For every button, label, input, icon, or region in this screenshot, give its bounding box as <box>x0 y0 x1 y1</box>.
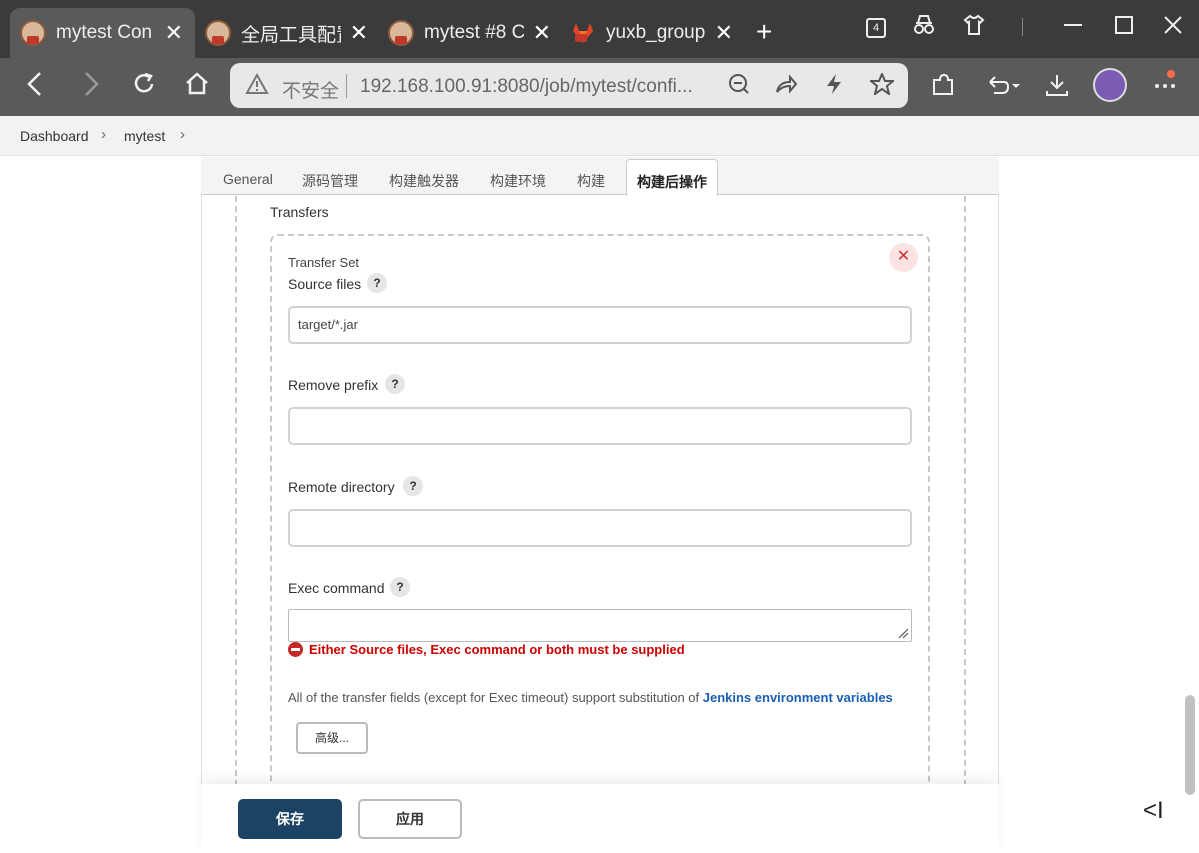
source-files-input[interactable]: target/*.jar <box>288 306 912 344</box>
help-icon[interactable]: ? <box>390 577 410 597</box>
remove-prefix-input[interactable] <box>288 407 912 445</box>
exec-command-textarea[interactable] <box>288 609 912 642</box>
error-icon <box>288 642 303 657</box>
jenkins-icon <box>20 20 46 46</box>
remove-transfer-set-button[interactable]: ✕ <box>889 243 918 272</box>
tab-post-build-actions[interactable]: 构建后操作 <box>626 159 718 196</box>
breadcrumb-separator: › <box>180 126 185 143</box>
browser-tab-4[interactable]: yuxb_group ✕ <box>560 8 745 58</box>
remote-directory-label: Remote directory <box>288 479 395 495</box>
help-icon[interactable]: ? <box>367 273 387 293</box>
maximize-icon[interactable] <box>1113 14 1135 42</box>
url-text[interactable]: 192.168.100.91:8080/job/mytest/confi... <box>360 76 693 98</box>
forward-icon[interactable] <box>80 70 102 105</box>
tab-build[interactable]: 构建 <box>577 171 605 191</box>
close-tab-icon[interactable]: ✕ <box>350 20 368 46</box>
tab-title: yuxb_group <box>606 22 706 43</box>
url-divider <box>346 74 347 98</box>
more-icon[interactable] <box>1152 68 1180 101</box>
jenkins-icon <box>388 20 414 46</box>
remove-prefix-label: Remove prefix <box>288 377 379 393</box>
gitlab-icon <box>570 20 596 46</box>
tab-build-environment[interactable]: 构建环境 <box>490 171 546 191</box>
remote-directory-input[interactable] <box>288 509 912 547</box>
tab-title: mytest Con <box>56 22 153 43</box>
breadcrumb-mytest[interactable]: mytest <box>124 128 165 144</box>
tab-build-triggers[interactable]: 构建触发器 <box>389 171 459 191</box>
home-icon[interactable] <box>184 70 210 105</box>
extensions-icon[interactable] <box>930 72 956 105</box>
tab-source-management[interactable]: 源码管理 <box>302 171 358 191</box>
back-icon[interactable] <box>24 70 46 105</box>
minimize-icon[interactable] <box>1062 14 1084 42</box>
close-window-icon[interactable] <box>1162 14 1184 42</box>
apply-button[interactable]: 应用 <box>358 799 462 839</box>
source-files-label: Source files <box>288 276 362 292</box>
profile-avatar[interactable] <box>1093 68 1127 102</box>
exec-command-label: Exec command <box>288 580 385 596</box>
zoom-icon[interactable] <box>728 73 750 101</box>
incognito-icon[interactable] <box>912 14 936 42</box>
shirt-icon[interactable] <box>962 14 986 42</box>
advanced-button[interactable]: 高级... <box>296 722 368 754</box>
warning-icon[interactable] <box>245 72 269 101</box>
close-tab-icon[interactable]: ✕ <box>165 20 183 46</box>
resize-handle-icon[interactable] <box>897 627 909 642</box>
close-tab-icon[interactable]: ✕ <box>533 20 551 46</box>
validation-error: Either Source files, Exec command or bot… <box>309 642 685 657</box>
download-icon[interactable] <box>1044 72 1070 105</box>
help-icon[interactable]: ? <box>403 476 423 496</box>
window-divider <box>1022 18 1023 36</box>
star-icon[interactable] <box>868 71 896 101</box>
browser-tab-3[interactable]: mytest #8 C ✕ <box>378 8 563 58</box>
substitution-note: All of the transfer fields (except for E… <box>288 690 893 705</box>
breadcrumb-dashboard[interactable]: Dashboard <box>20 128 89 144</box>
save-button[interactable]: 保存 <box>238 799 342 839</box>
share-icon[interactable] <box>774 73 798 101</box>
tab-general[interactable]: General <box>223 171 273 187</box>
tab-title: mytest #8 C <box>424 22 524 43</box>
note-text: All of the transfer fields (except for E… <box>288 690 703 705</box>
jenkins-icon <box>205 20 231 46</box>
browser-tab-1[interactable]: mytest Con ✕ <box>10 8 195 58</box>
breadcrumb-separator: › <box>101 126 106 143</box>
browser-tab-2[interactable]: 全局工具配置 ✕ <box>195 8 380 58</box>
transfers-heading: Transfers <box>270 204 329 220</box>
reload-icon[interactable] <box>132 70 156 105</box>
transfer-set-title: Transfer Set <box>288 255 360 270</box>
insecure-label: 不安全 <box>282 81 340 102</box>
scrollbar-thumb[interactable] <box>1185 695 1195 795</box>
new-tab-button[interactable]: + <box>756 16 772 48</box>
help-icon[interactable]: ? <box>385 374 405 394</box>
undo-dropdown-icon[interactable] <box>984 72 1024 105</box>
sidebar-collapse-icon[interactable]: <I <box>1143 797 1164 825</box>
tab-count-button[interactable]: 4 <box>866 18 886 38</box>
close-tab-icon[interactable]: ✕ <box>715 20 733 46</box>
lightning-icon[interactable] <box>824 73 844 101</box>
env-variables-link[interactable]: Jenkins environment variables <box>703 690 893 705</box>
tab-title: 全局工具配置 <box>241 24 341 46</box>
